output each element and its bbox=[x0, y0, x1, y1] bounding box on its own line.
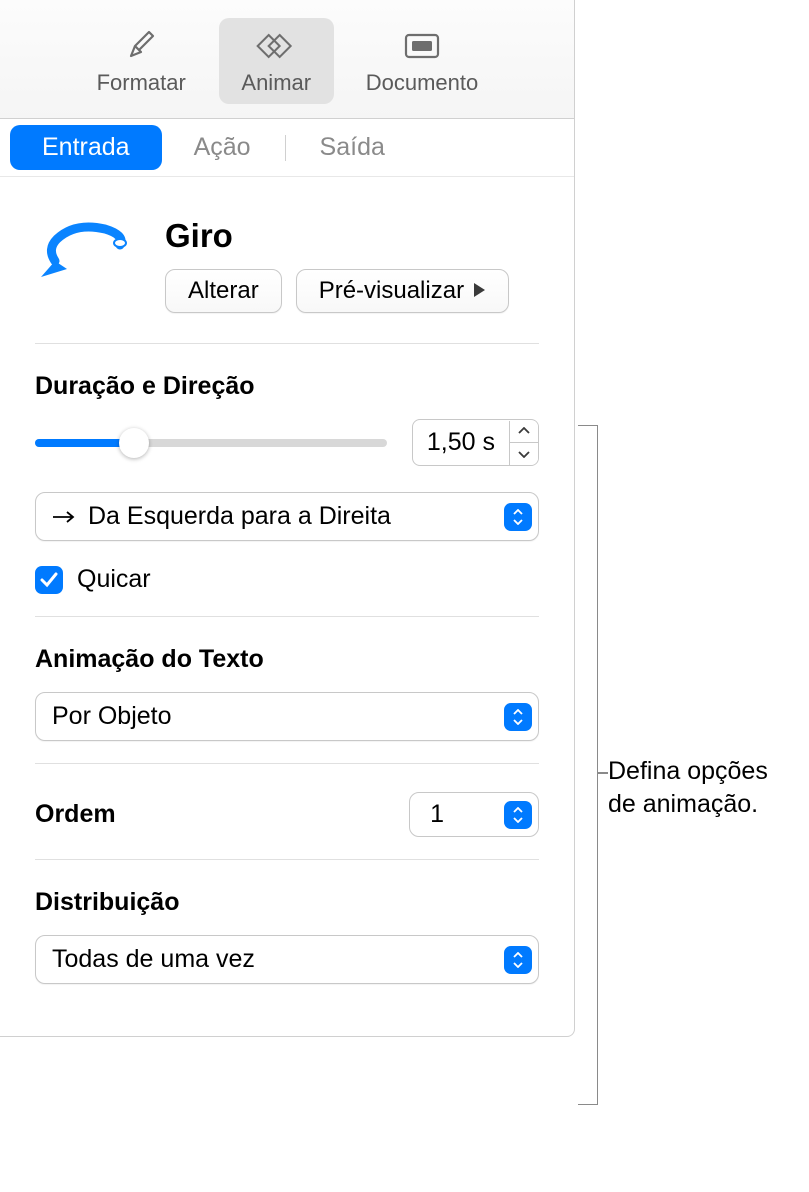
order-label: Ordem bbox=[35, 800, 116, 829]
dropdown-chevrons-icon bbox=[504, 946, 532, 974]
callout-bracket bbox=[578, 425, 598, 1105]
bounce-checkbox[interactable] bbox=[35, 566, 63, 594]
effect-buttons: Alterar Pré-visualizar bbox=[165, 269, 539, 313]
toolbar: Formatar Animar Documento bbox=[0, 0, 574, 119]
diamonds-icon bbox=[254, 26, 298, 66]
direction-value: Da Esquerda para a Direita bbox=[88, 502, 391, 531]
paintbrush-icon bbox=[119, 26, 163, 66]
toolbar-format-label: Formatar bbox=[97, 70, 186, 96]
callout-text: Defina opções de animação. bbox=[608, 755, 768, 820]
tab-divider bbox=[285, 135, 286, 161]
distribution-dropdown[interactable]: Todas de uma vez bbox=[35, 935, 539, 984]
effect-header: Giro Alterar Pré-visualizar bbox=[35, 177, 539, 344]
distribution-title: Distribuição bbox=[35, 888, 539, 917]
order-section: Ordem 1 bbox=[35, 764, 539, 860]
callout-line1: Defina opções bbox=[608, 755, 768, 788]
preview-button-label: Pré-visualizar bbox=[319, 277, 464, 305]
order-value: 1 bbox=[430, 800, 444, 829]
duration-section: Duração e Direção 1,50 s bbox=[35, 344, 539, 617]
direction-dropdown[interactable]: Da Esquerda para a Direita bbox=[35, 492, 539, 541]
dropdown-chevrons-icon bbox=[504, 801, 532, 829]
stepper-down[interactable] bbox=[510, 443, 538, 465]
inspector-panel: Formatar Animar Documento Entrada Ação bbox=[0, 0, 575, 1037]
slider-thumb[interactable] bbox=[119, 428, 149, 458]
tab-exit[interactable]: Saída bbox=[288, 125, 417, 170]
arrow-right-icon bbox=[52, 502, 76, 531]
distribution-value: Todas de uma vez bbox=[52, 945, 255, 974]
content-area: Giro Alterar Pré-visualizar bbox=[0, 177, 574, 1036]
toolbar-format[interactable]: Formatar bbox=[84, 18, 199, 104]
change-button[interactable]: Alterar bbox=[165, 269, 282, 313]
duration-input[interactable]: 1,50 s bbox=[412, 419, 539, 466]
tab-action[interactable]: Ação bbox=[162, 125, 283, 170]
duration-slider[interactable] bbox=[35, 439, 387, 447]
toolbar-animate-label: Animar bbox=[241, 70, 311, 96]
toolbar-document-label: Documento bbox=[366, 70, 479, 96]
effect-info: Giro Alterar Pré-visualizar bbox=[165, 217, 539, 313]
preview-button[interactable]: Pré-visualizar bbox=[296, 269, 509, 313]
play-icon bbox=[472, 277, 486, 305]
tab-entry[interactable]: Entrada bbox=[10, 125, 162, 170]
duration-value[interactable]: 1,50 s bbox=[413, 420, 509, 465]
toolbar-animate[interactable]: Animar bbox=[219, 18, 334, 104]
duration-stepper bbox=[509, 421, 538, 465]
text-animation-dropdown[interactable]: Por Objeto bbox=[35, 692, 539, 741]
direction-label: Da Esquerda para a Direita bbox=[52, 502, 391, 531]
animation-tabs: Entrada Ação Saída bbox=[0, 119, 574, 177]
order-dropdown[interactable]: 1 bbox=[409, 792, 539, 837]
duration-row: 1,50 s bbox=[35, 419, 539, 466]
toolbar-document[interactable]: Documento bbox=[354, 18, 491, 104]
callout-line2: de animação. bbox=[608, 788, 768, 821]
stepper-up[interactable] bbox=[510, 421, 538, 443]
dropdown-chevrons-icon bbox=[504, 703, 532, 731]
bounce-label: Quicar bbox=[77, 565, 151, 594]
dropdown-chevrons-icon bbox=[504, 503, 532, 531]
bounce-row: Quicar bbox=[35, 565, 539, 594]
text-animation-section: Animação do Texto Por Objeto bbox=[35, 617, 539, 764]
distribution-section: Distribuição Todas de uma vez bbox=[35, 860, 539, 1006]
document-icon bbox=[400, 26, 444, 66]
callout-line bbox=[598, 772, 608, 774]
order-row: Ordem 1 bbox=[35, 792, 539, 837]
change-button-label: Alterar bbox=[188, 277, 259, 305]
spin-effect-icon bbox=[35, 217, 140, 297]
text-animation-title: Animação do Texto bbox=[35, 645, 539, 674]
effect-title: Giro bbox=[165, 217, 539, 255]
duration-title: Duração e Direção bbox=[35, 372, 539, 401]
text-animation-value: Por Objeto bbox=[52, 702, 172, 731]
